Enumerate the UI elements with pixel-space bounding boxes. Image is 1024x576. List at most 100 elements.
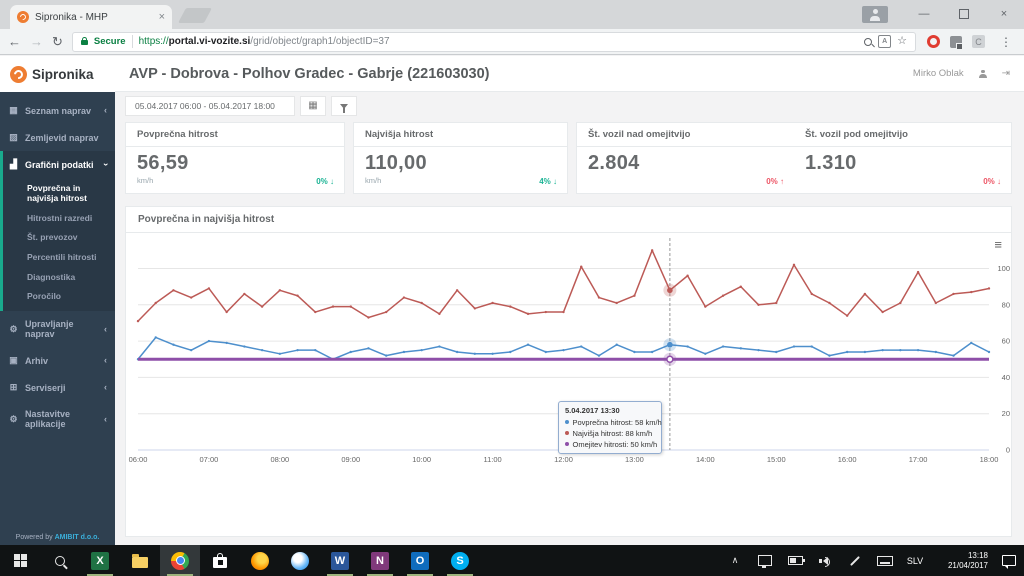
close-button[interactable]: × — [984, 0, 1024, 28]
taskbar-search-button[interactable] — [40, 545, 80, 576]
tooltip-title: 5.04.2017 13:30 — [565, 406, 620, 415]
sidebar-item-arhiv[interactable]: ▣ Arhiv — [0, 347, 115, 374]
tray-pen[interactable] — [840, 545, 870, 576]
sidebar-item-graficni-podatki[interactable]: ▟ Grafični podatki — [3, 151, 115, 178]
chevron-left-icon — [104, 106, 107, 115]
secure-badge[interactable]: Secure — [94, 36, 126, 47]
tab-close-icon[interactable]: × — [159, 11, 165, 23]
clock[interactable]: 13:18 21/04/2017 — [930, 551, 994, 571]
sidebar-item-upravljanje-naprav[interactable]: ⚙ Upravljanje naprav — [0, 311, 115, 347]
stat-label: Št. vozil nad omejitvijo — [577, 123, 794, 147]
chart-tooltip: 5.04.2017 13:30 Povprečna hitrost: 58 km… — [558, 401, 662, 454]
chart-title: Povprečna in najvišja hitrost — [126, 207, 1011, 233]
browser-menu-icon[interactable]: ⋮ — [996, 35, 1016, 49]
language-indicator[interactable]: SLV — [900, 545, 930, 576]
minimize-button[interactable]: — — [904, 0, 944, 28]
tooltip-row: Najvišja hitrost: 88 km/h — [565, 429, 655, 438]
translate-icon[interactable] — [878, 35, 892, 48]
taskbar-skype[interactable] — [440, 545, 480, 576]
user-icon[interactable] — [979, 69, 987, 78]
sidebar-item-label: Arhiv — [25, 355, 49, 366]
taskbar-word[interactable] — [320, 545, 360, 576]
lock-icon — [80, 37, 88, 45]
skype-icon — [451, 551, 469, 570]
browser-profile-icon[interactable] — [862, 5, 888, 23]
powered-company-link[interactable]: AMIBIT d.o.o. — [55, 534, 100, 541]
trend-arrow-icon: ↑ — [780, 177, 784, 186]
url-domain: portal.vi-vozite.si — [168, 36, 251, 47]
taskbar-outlook[interactable] — [400, 545, 440, 576]
tooltip-text: Najvišja hitrost: 88 km/h — [572, 428, 653, 438]
submenu-item-hitrostni-razredi[interactable]: Hitrostni razredi — [3, 208, 115, 228]
svg-text:07:00: 07:00 — [200, 455, 219, 464]
taskbar-excel[interactable] — [80, 545, 120, 576]
calendar-icon: ⊞ — [9, 382, 18, 393]
submenu-item-porocilo[interactable]: Poročilo — [3, 287, 115, 307]
trend-arrow-icon: ↓ — [553, 177, 557, 186]
back-icon[interactable]: ← — [8, 35, 21, 48]
svg-text:11:00: 11:00 — [483, 455, 501, 464]
taskbar-file-explorer[interactable] — [120, 545, 160, 576]
date-label: 21/04/2017 — [947, 560, 988, 570]
maximize-icon — [959, 9, 969, 19]
reload-icon[interactable]: ↻ — [52, 35, 63, 48]
sign-out-icon[interactable]: ⇥ — [1002, 68, 1010, 79]
stat-change: 0% — [316, 177, 328, 186]
taskbar-windows-store[interactable] — [200, 545, 240, 576]
page-title: AVP - Dobrova - Polhov Gradec - Gabrje (… — [129, 65, 490, 82]
filter-button[interactable] — [331, 96, 357, 116]
tray-display[interactable] — [750, 545, 780, 576]
start-button[interactable] — [0, 545, 40, 576]
tray-keyboard[interactable] — [870, 545, 900, 576]
action-center-button[interactable] — [994, 545, 1024, 576]
browser-tab[interactable]: Sipronika - MHP × — [10, 5, 172, 29]
gear-icon: ⚙ — [9, 323, 18, 334]
tray-battery[interactable] — [780, 545, 810, 576]
extension-opera-icon[interactable] — [927, 35, 940, 48]
tooltip-row: Omejitev hitrosti: 50 km/h — [565, 440, 657, 449]
hamburger-menu-icon[interactable]: ≡ — [994, 238, 1002, 251]
firefox-icon — [251, 551, 269, 570]
zoom-icon[interactable] — [864, 37, 873, 46]
sidebar-item-serviserji[interactable]: ⊞ Serviserji — [0, 374, 115, 401]
submenu-item-st-prevozov[interactable]: Št. prevozov — [3, 228, 115, 248]
chevron-left-icon — [104, 356, 107, 365]
date-range-input[interactable]: 05.04.2017 06:00 - 05.04.2017 18:00 — [125, 96, 295, 116]
main-content: 05.04.2017 06:00 - 05.04.2017 18:00 ▦ Po… — [115, 92, 1024, 545]
stat-trend-badge: 4% ↓ — [539, 177, 557, 186]
taskbar-firefox[interactable] — [240, 545, 280, 576]
url-text[interactable]: https://portal.vi-vozite.si/grid/object/… — [139, 36, 859, 47]
taskbar-chrome[interactable] — [160, 545, 200, 576]
bookmark-star-icon[interactable]: ☆ — [897, 36, 907, 47]
sidebar-item-zemljevid-naprav[interactable]: ▨ Zemljevid naprav — [0, 124, 115, 151]
stats-row: Povprečna hitrost 56,59 km/h 0% ↓ Najviš… — [125, 122, 1012, 194]
taskbar-onenote[interactable] — [360, 545, 400, 576]
stat-trend-badge: 0% ↓ — [983, 177, 1001, 186]
maximize-button[interactable] — [944, 0, 984, 28]
sidebar-item-nastavitve-aplikacije[interactable]: ⚙ Nastavitve aplikacije — [0, 401, 115, 437]
sidebar-item-seznam-naprav[interactable]: ▦ Seznam naprav — [0, 97, 115, 124]
notification-bubble-icon — [1002, 555, 1016, 569]
sidebar-nav: ▦ Seznam naprav ▨ Zemljevid naprav ▟ Gra… — [0, 92, 115, 437]
series-dot-najvisja — [565, 431, 569, 435]
forward-icon[interactable]: → — [30, 35, 43, 48]
submenu-item-diagnostika[interactable]: Diagnostika — [3, 267, 115, 287]
submenu-item-povprecna[interactable]: Povprečna in najvišja hitrost — [3, 178, 115, 208]
stat-label: Najvišja hitrost — [354, 123, 567, 147]
tray-overflow-button[interactable]: ∧ — [720, 545, 750, 576]
stat-card-povprecna-hitrost: Povprečna hitrost 56,59 km/h 0% ↓ — [125, 122, 345, 194]
extension-gray-icon[interactable] — [950, 35, 963, 50]
outlook-icon — [411, 551, 429, 570]
calendar-button[interactable]: ▦ — [300, 96, 326, 116]
submenu-item-percentili[interactable]: Percentili hitrosti — [3, 248, 115, 268]
tray-volume[interactable] — [810, 545, 840, 576]
url-path: /grid/object/graph1/objectID=37 — [250, 36, 390, 47]
app-topbar: AVP - Dobrova - Polhov Gradec - Gabrje (… — [115, 56, 1024, 92]
extension-c-icon[interactable] — [972, 35, 985, 48]
sidebar-item-label: Serviserji — [25, 382, 66, 393]
url-scheme: https:// — [138, 36, 169, 47]
omnibox[interactable]: Secure https://portal.vi-vozite.si/grid/… — [71, 31, 916, 52]
new-tab-button[interactable] — [178, 8, 212, 23]
tab-title: Sipronika - MHP — [35, 11, 108, 23]
taskbar-google-earth[interactable] — [280, 545, 320, 576]
